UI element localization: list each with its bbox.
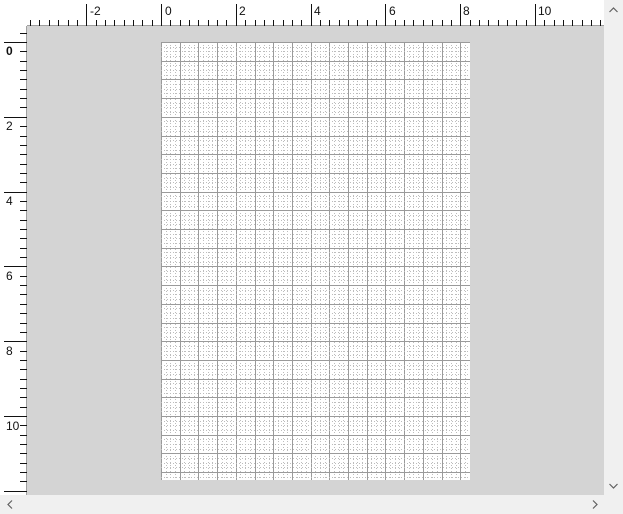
scrollbar-corner: [604, 495, 623, 514]
page-layout-window: -2 0 2 4 6 8 10 0 2 4 6 8 10: [0, 0, 623, 514]
ruler-label-h: 8: [463, 4, 470, 18]
ruler-label-v: 10: [6, 419, 20, 433]
report-page[interactable]: [161, 42, 470, 480]
ruler-corner: [0, 0, 27, 26]
scroll-left-arrow-icon: [6, 500, 12, 509]
ruler-label-v: 8: [6, 344, 13, 358]
ruler-label-h: -2: [90, 4, 101, 18]
ruler-label-v: 4: [6, 194, 13, 208]
scroll-up-arrow-icon: [609, 6, 618, 12]
ruler-label-v: 0: [6, 44, 13, 58]
scroll-up-button[interactable]: [605, 1, 622, 18]
ruler-label-h: 10: [538, 4, 552, 18]
ruler-label-h: 2: [239, 4, 246, 18]
ruler-label-h: 6: [389, 4, 396, 18]
scroll-down-arrow-icon: [609, 483, 618, 489]
ruler-label-h: 4: [314, 4, 321, 18]
ruler-label-h: 0: [165, 4, 172, 18]
scroll-right-arrow-icon: [592, 500, 598, 509]
horizontal-ruler[interactable]: -2 0 2 4 6 8 10: [27, 0, 604, 26]
page-grid: [161, 42, 470, 480]
scroll-right-button[interactable]: [586, 496, 603, 513]
design-canvas[interactable]: [27, 26, 604, 495]
scroll-left-button[interactable]: [1, 496, 18, 513]
horizontal-scrollbar[interactable]: [0, 495, 604, 514]
ruler-label-v: 2: [6, 119, 13, 133]
vertical-scrollbar[interactable]: [604, 0, 623, 495]
scroll-down-button[interactable]: [605, 477, 622, 494]
vertical-ruler[interactable]: 0 2 4 6 8 10: [0, 26, 27, 495]
ruler-label-v: 6: [6, 269, 13, 283]
